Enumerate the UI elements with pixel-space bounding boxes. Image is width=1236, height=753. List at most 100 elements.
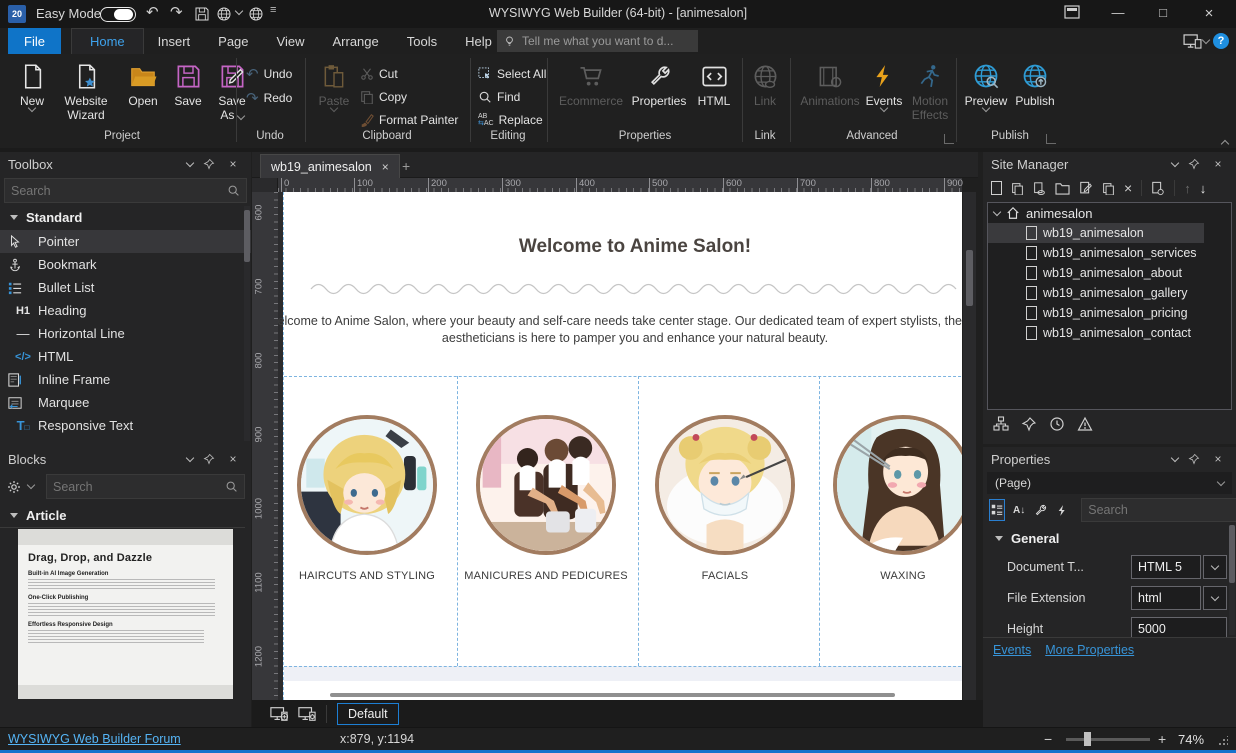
website-wizard-button[interactable]: Website Wizard [55, 58, 117, 122]
quick-preview-icon[interactable] [216, 6, 232, 22]
delete-page-icon[interactable]: × [1124, 180, 1132, 196]
sitemap-view-icon[interactable] [993, 416, 1009, 432]
canvas-viewport[interactable]: Welcome to Anime Salon! Welcome to Anime… [278, 192, 962, 700]
new-folder-icon[interactable] [1055, 182, 1070, 195]
blocks-search-input[interactable] [53, 480, 225, 494]
resize-grip[interactable] [1218, 736, 1228, 746]
publish-dialog-launcher-icon[interactable] [1046, 134, 1056, 144]
toolbox-item-marquee[interactable]: Marquee [0, 391, 251, 414]
page-link-icon[interactable] [1033, 181, 1046, 196]
site-tree-page[interactable]: wb19_animesalon_about [988, 263, 1231, 283]
new-button[interactable]: New [12, 58, 52, 111]
page-heading[interactable]: Welcome to Anime Salon! [284, 236, 962, 258]
blocks-pin-icon[interactable] [203, 453, 223, 465]
properties-scrollbar[interactable] [1229, 525, 1235, 635]
service-label-facials[interactable]: FACIALS [640, 569, 810, 584]
replace-button[interactable]: AB⇆ACReplace [478, 110, 543, 130]
toolbox-item-responsive-text[interactable]: T□Responsive Text [0, 414, 251, 437]
intro-text-line1[interactable]: Welcome to Anime Salon, where your beaut… [278, 314, 962, 328]
file-ext-field[interactable] [1131, 586, 1201, 610]
site-tree-page-selected[interactable]: wb19_animesalon [988, 223, 1204, 243]
page-properties-icon[interactable] [1151, 181, 1165, 196]
service-image-manicures[interactable] [476, 415, 616, 555]
close-button[interactable]: × [1199, 5, 1219, 22]
quick-publish-icon[interactable] [248, 6, 264, 22]
save-button[interactable]: Save [168, 58, 208, 108]
responsive-view-chevron-icon[interactable] [1202, 36, 1210, 44]
wavy-divider[interactable] [309, 278, 959, 298]
quick-access-more-icon[interactable]: ≡ [270, 4, 276, 16]
tools-view-icon[interactable] [1033, 503, 1048, 518]
design-page[interactable]: Welcome to Anime Salon! Welcome to Anime… [283, 192, 962, 700]
publish-button[interactable]: Publish [1012, 58, 1058, 108]
pinned-view-icon[interactable] [1021, 416, 1037, 432]
zoom-slider-track[interactable] [1066, 738, 1150, 741]
tree-expand-icon[interactable] [993, 207, 1001, 215]
menu-tools[interactable]: Tools [393, 28, 451, 54]
zoom-out-button[interactable]: − [1044, 731, 1052, 747]
vertical-scrollbar[interactable] [963, 192, 976, 700]
add-breakpoint-icon[interactable] [270, 706, 288, 722]
toolbox-item-horizontal-line[interactable]: —Horizontal Line [0, 322, 251, 345]
site-manager-close-icon[interactable]: × [1208, 157, 1228, 171]
site-manager-pin-icon[interactable] [1188, 158, 1208, 170]
menu-file[interactable]: File [8, 28, 61, 54]
help-icon[interactable]: ? [1213, 33, 1229, 49]
blocks-search[interactable] [46, 474, 245, 499]
categorized-view-icon[interactable] [989, 499, 1005, 521]
service-image-haircuts[interactable] [297, 415, 437, 555]
document-tab[interactable]: wb19_animesalon × [260, 154, 400, 178]
advanced-dialog-launcher-icon[interactable] [944, 134, 954, 144]
tellme-search[interactable]: Tell me what you want to d... [497, 30, 698, 52]
open-button[interactable]: Open [120, 58, 166, 108]
menu-home[interactable]: Home [71, 28, 144, 54]
toolbox-section-standard[interactable]: Standard [0, 205, 251, 229]
toolbox-item-bookmark[interactable]: Bookmark [0, 253, 251, 276]
service-image-waxing[interactable] [833, 415, 962, 555]
toolbox-search[interactable] [4, 178, 247, 203]
service-label-waxing[interactable]: WAXING [818, 569, 962, 584]
target-selector[interactable]: (Page) [987, 472, 1232, 494]
toolbox-menu-icon[interactable] [186, 158, 194, 166]
properties-button[interactable]: Properties [628, 58, 690, 108]
tab-close-icon[interactable]: × [382, 160, 389, 174]
site-tree-root[interactable]: animesalon [988, 203, 1231, 223]
menu-page[interactable]: Page [204, 28, 262, 54]
manage-breakpoints-icon[interactable] [298, 706, 316, 722]
toolbox-item-inline-frame[interactable]: Inline Frame [0, 368, 251, 391]
move-down-icon[interactable]: ↓ [1200, 181, 1207, 196]
blocks-section-article[interactable]: Article [0, 504, 245, 528]
issues-view-icon[interactable] [1077, 416, 1093, 432]
menu-insert[interactable]: Insert [144, 28, 205, 54]
site-tree-page[interactable]: wb19_animesalon_pricing [988, 303, 1231, 323]
edit-page-icon[interactable] [1079, 181, 1093, 196]
site-tree-page[interactable]: wb19_animesalon_gallery [988, 283, 1231, 303]
doc-type-dropdown[interactable] [1203, 555, 1227, 579]
site-tree-page[interactable]: wb19_animesalon_services [988, 243, 1231, 263]
history-view-icon[interactable] [1049, 416, 1065, 432]
site-tree-page[interactable]: wb19_animesalon_contact [988, 323, 1231, 343]
toolbox-close-icon[interactable]: × [223, 157, 243, 171]
forum-link[interactable]: WYSIWYG Web Builder Forum [8, 732, 181, 746]
properties-search-input[interactable] [1088, 503, 1236, 517]
find-button[interactable]: Find [478, 87, 520, 107]
doc-type-field[interactable] [1131, 555, 1201, 579]
toolbox-pin-icon[interactable] [203, 158, 223, 170]
site-manager-menu-icon[interactable] [1171, 158, 1179, 166]
sort-az-icon[interactable]: A↓ [1013, 505, 1025, 516]
collapse-ribbon-icon[interactable] [1221, 140, 1229, 148]
easy-mode-toggle[interactable] [100, 7, 136, 22]
toolbox-search-input[interactable] [11, 184, 227, 198]
ribbon-options-icon[interactable] [1064, 4, 1080, 20]
properties-search[interactable] [1081, 498, 1236, 522]
events-link[interactable]: Events [993, 643, 1031, 657]
more-properties-link[interactable]: More Properties [1045, 643, 1134, 657]
service-image-facials[interactable] [655, 415, 795, 555]
intro-text-line2[interactable]: aestheticians is here to pamper you and … [284, 331, 962, 345]
events-button[interactable]: Events [862, 58, 906, 111]
toolbox-item-html[interactable]: </>HTML [0, 345, 251, 368]
blocks-settings-icon[interactable] [6, 479, 22, 495]
menu-view[interactable]: View [263, 28, 319, 54]
responsive-view-icon[interactable] [1183, 34, 1202, 49]
blocks-menu-icon[interactable] [186, 453, 194, 461]
